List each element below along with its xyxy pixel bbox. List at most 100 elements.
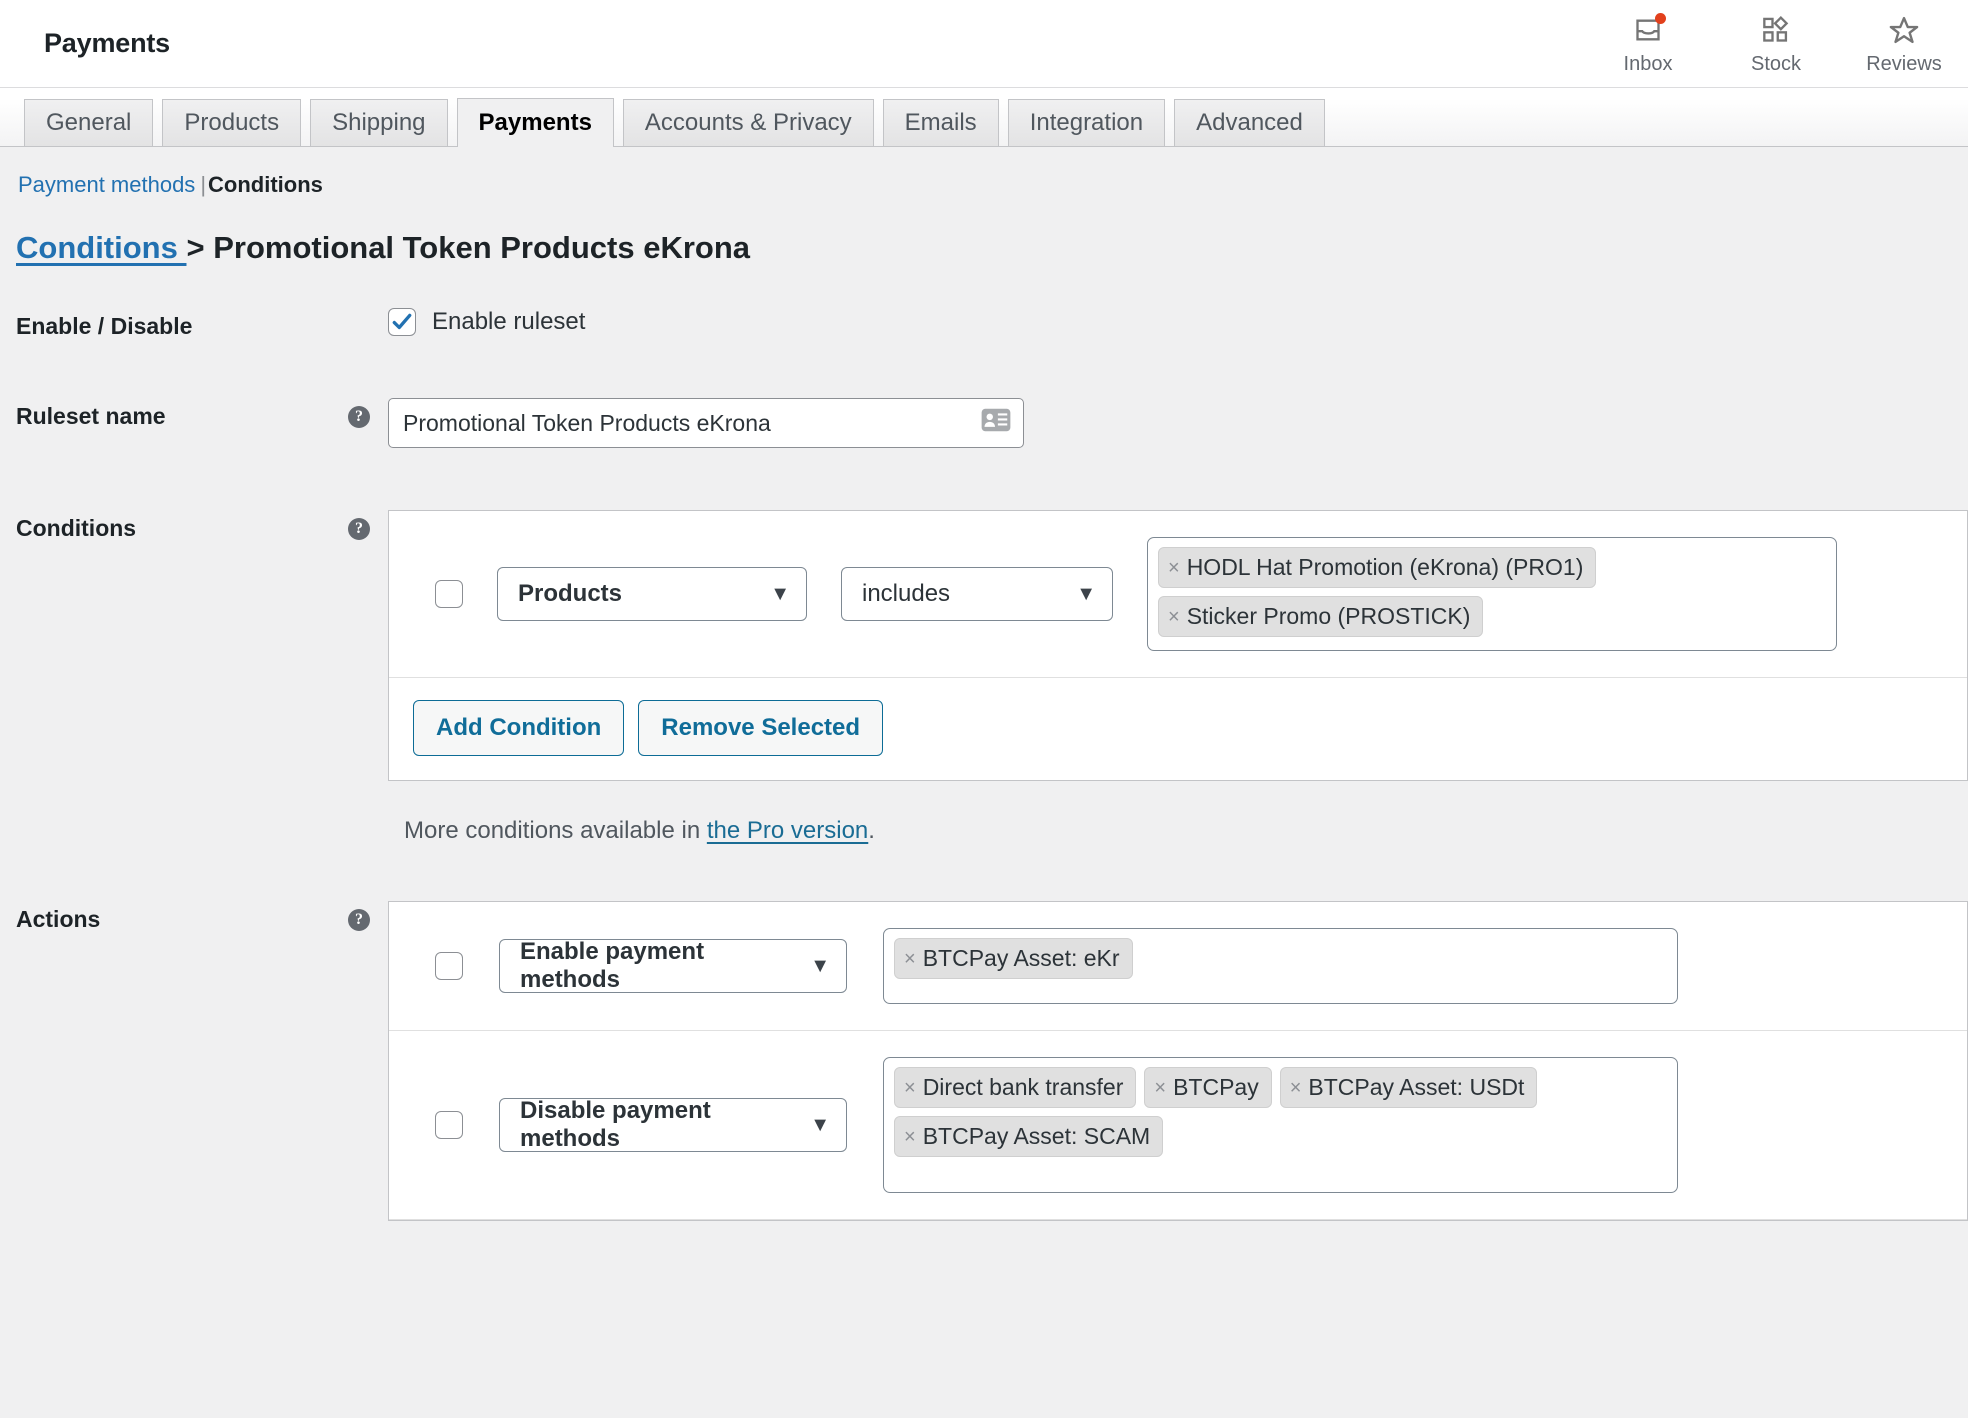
field-ruleset-name: Ruleset name ? Promotional Token Product… (16, 398, 1968, 448)
contact-card-icon[interactable] (981, 408, 1011, 438)
tag-item[interactable]: × BTCPay Asset: USDt (1280, 1067, 1538, 1108)
tag-remove-icon[interactable]: × (1154, 1078, 1166, 1098)
chevron-down-icon: ▼ (810, 956, 830, 976)
chevron-down-icon: ▼ (810, 1115, 830, 1135)
topbar-item-label-reviews: Reviews (1866, 53, 1942, 76)
label-text-conditions: Conditions (16, 515, 136, 542)
tag-item[interactable]: × BTCPay (1144, 1067, 1271, 1108)
heading-ruleset-title: Promotional Token Products eKrona (213, 230, 750, 265)
enable-ruleset-control: Enable ruleset (388, 308, 585, 336)
topbar-item-stock[interactable]: Stock (1712, 0, 1840, 88)
tag-label: Direct bank transfer (923, 1074, 1124, 1101)
admin-topbar: Payments Inbox Stock (0, 0, 1968, 88)
field-label-ruleset-name: Ruleset name ? (16, 398, 388, 430)
pro-version-note: More conditions available in the Pro ver… (16, 817, 1968, 845)
add-condition-button[interactable]: Add Condition (413, 700, 624, 756)
tag-item[interactable]: × BTCPay Asset: SCAM (894, 1116, 1163, 1157)
ruleset-name-value: Promotional Token Products eKrona (403, 410, 771, 437)
ruleset-form: Enable / Disable Enable ruleset Ruleset … (0, 308, 1968, 1221)
breadcrumb-link-payment-methods[interactable]: Payment methods (18, 172, 195, 197)
heading-separator: > (186, 230, 213, 265)
action-type-value: Disable payment methods (520, 1097, 792, 1153)
heading-link-conditions[interactable]: Conditions (16, 230, 186, 265)
tab-products[interactable]: Products (162, 99, 301, 146)
inbox-icon (1630, 12, 1666, 48)
tag-label: Sticker Promo (PROSTICK) (1187, 603, 1471, 630)
tag-remove-icon[interactable]: × (904, 1078, 916, 1098)
tag-item[interactable]: × HODL Hat Promotion (eKrona) (PRO1) (1158, 547, 1596, 588)
topbar-item-reviews[interactable]: Reviews (1840, 0, 1968, 88)
condition-values-tagbox[interactable]: × HODL Hat Promotion (eKrona) (PRO1) × S… (1147, 537, 1837, 651)
condition-row: Products ▼ includes ▼ × HODL Hat Promoti… (389, 511, 1967, 678)
action-row-checkbox[interactable] (435, 1111, 463, 1139)
action-row-checkbox[interactable] (435, 952, 463, 980)
field-label-actions: Actions ? (16, 901, 388, 933)
pro-note-prefix: More conditions available in (404, 817, 707, 844)
action-values-tagbox[interactable]: × Direct bank transfer × BTCPay × BTCPay… (883, 1057, 1678, 1193)
condition-operator-value: includes (862, 580, 950, 608)
tag-remove-icon[interactable]: × (904, 949, 916, 969)
tab-advanced[interactable]: Advanced (1174, 99, 1325, 146)
tab-accounts-privacy[interactable]: Accounts & Privacy (623, 99, 874, 146)
action-type-select[interactable]: Enable payment methods ▼ (499, 939, 847, 993)
action-row: Enable payment methods ▼ × BTCPay Asset:… (389, 902, 1967, 1031)
tag-label: BTCPay Asset: eKr (923, 945, 1120, 972)
enable-ruleset-checkbox[interactable] (388, 308, 416, 336)
field-conditions: Conditions ? Products ▼ includes ▼ × HOD… (16, 510, 1968, 781)
tag-label: BTCPay (1173, 1074, 1259, 1101)
tag-item[interactable]: × BTCPay Asset: eKr (894, 938, 1133, 979)
tab-general[interactable]: General (24, 99, 153, 146)
action-type-select[interactable]: Disable payment methods ▼ (499, 1098, 847, 1152)
tag-label: HODL Hat Promotion (eKrona) (PRO1) (1187, 554, 1584, 581)
action-values-tagbox[interactable]: × BTCPay Asset: eKr (883, 928, 1678, 1004)
conditions-panel: Products ▼ includes ▼ × HODL Hat Promoti… (388, 510, 1968, 781)
field-label-conditions: Conditions ? (16, 510, 388, 542)
section-heading: Conditions > Promotional Token Products … (0, 198, 1968, 266)
settings-tabs: General Products Shipping Payments Accou… (0, 88, 1968, 147)
inbox-unread-badge (1655, 13, 1666, 24)
help-icon-actions[interactable]: ? (348, 909, 370, 931)
tag-remove-icon[interactable]: × (1168, 558, 1180, 578)
chevron-down-icon: ▼ (1076, 584, 1096, 604)
conditions-panel-footer: Add Condition Remove Selected (389, 678, 1967, 780)
label-text-actions: Actions (16, 906, 100, 933)
stock-icon (1758, 12, 1794, 48)
breadcrumb: Payment methods|Conditions (0, 147, 1968, 198)
tag-remove-icon[interactable]: × (1290, 1078, 1302, 1098)
condition-subject-select[interactable]: Products ▼ (497, 567, 807, 621)
tab-shipping[interactable]: Shipping (310, 99, 447, 146)
field-label-enable-disable: Enable / Disable (16, 308, 388, 340)
tag-label: BTCPay Asset: USDt (1308, 1074, 1524, 1101)
star-icon (1886, 12, 1922, 48)
tag-label: BTCPay Asset: SCAM (923, 1123, 1151, 1150)
remove-selected-button[interactable]: Remove Selected (638, 700, 883, 756)
action-type-value: Enable payment methods (520, 938, 792, 994)
action-row: Disable payment methods ▼ × Direct bank … (389, 1031, 1967, 1220)
tag-item[interactable]: × Direct bank transfer (894, 1067, 1136, 1108)
condition-row-checkbox[interactable] (435, 580, 463, 608)
tag-remove-icon[interactable]: × (1168, 607, 1180, 627)
condition-operator-select[interactable]: includes ▼ (841, 567, 1113, 621)
ruleset-name-input[interactable]: Promotional Token Products eKrona (388, 398, 1024, 448)
tag-item[interactable]: × Sticker Promo (PROSTICK) (1158, 596, 1483, 637)
tab-payments[interactable]: Payments (457, 98, 614, 147)
field-actions: Actions ? Enable payment methods ▼ × BTC… (16, 901, 1968, 1221)
label-text-ruleset-name: Ruleset name (16, 403, 166, 430)
condition-subject-value: Products (518, 580, 622, 608)
field-enable-disable: Enable / Disable Enable ruleset (16, 308, 1968, 340)
pro-note-suffix: . (868, 817, 875, 844)
topbar-actions: Inbox Stock Reviews (1584, 0, 1968, 88)
tag-remove-icon[interactable]: × (904, 1127, 916, 1147)
topbar-item-inbox[interactable]: Inbox (1584, 0, 1712, 88)
actions-panel: Enable payment methods ▼ × BTCPay Asset:… (388, 901, 1968, 1221)
help-icon-conditions[interactable]: ? (348, 518, 370, 540)
enable-ruleset-label: Enable ruleset (432, 308, 585, 336)
topbar-item-label-inbox: Inbox (1624, 53, 1673, 76)
pro-version-link[interactable]: the Pro version (707, 817, 868, 844)
topbar-item-label-stock: Stock (1751, 53, 1801, 76)
chevron-down-icon: ▼ (770, 584, 790, 604)
tab-integration[interactable]: Integration (1008, 99, 1165, 146)
help-icon-ruleset-name[interactable]: ? (348, 406, 370, 428)
page-title: Payments (44, 28, 170, 59)
tab-emails[interactable]: Emails (883, 99, 999, 146)
